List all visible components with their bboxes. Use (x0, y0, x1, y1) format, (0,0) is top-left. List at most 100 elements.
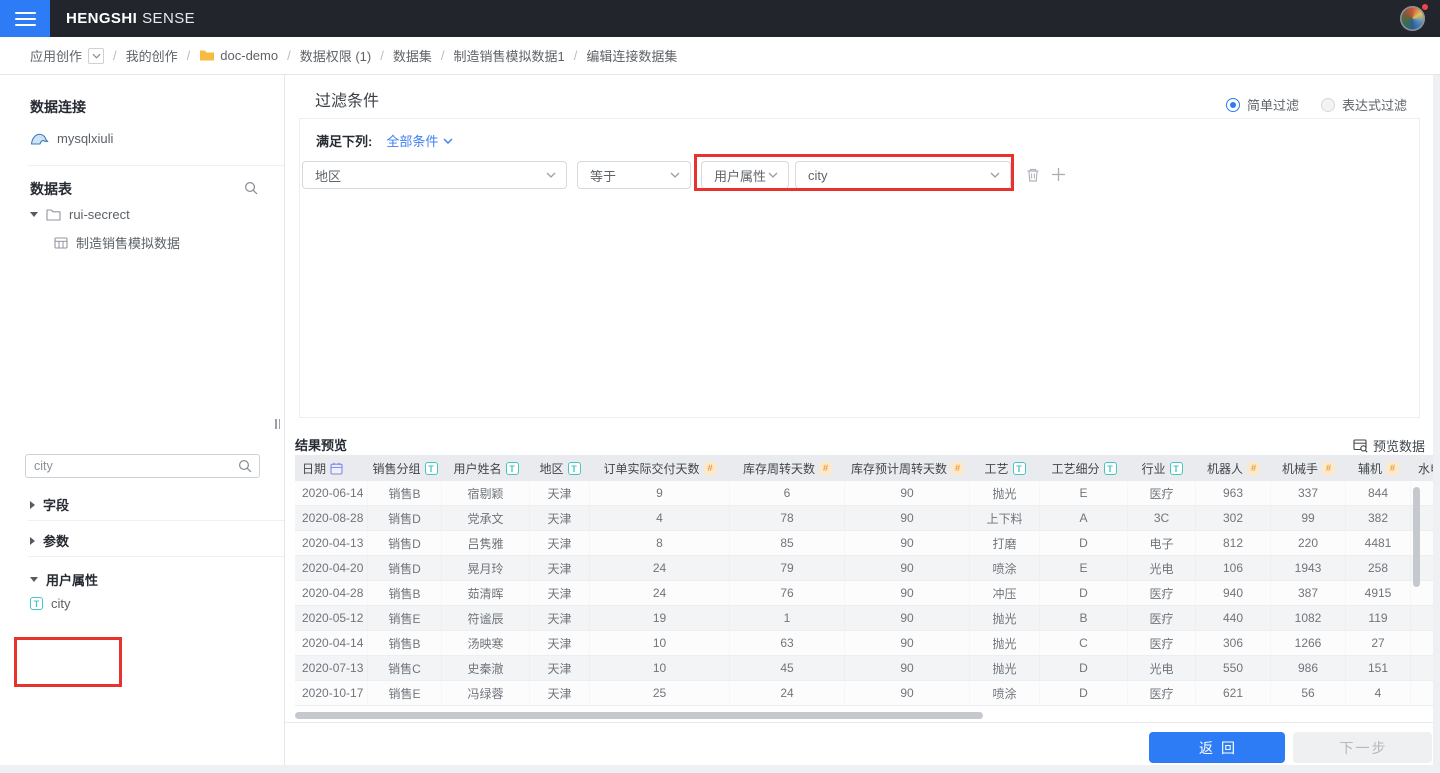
section-parameters[interactable]: 参数 (30, 531, 69, 550)
table-cell: 3C (1128, 506, 1196, 531)
column-header: 日期 (295, 455, 368, 481)
table-cell: 306 (1196, 631, 1271, 656)
breadcrumb-item[interactable]: 制造销售模拟数据1 (454, 46, 565, 65)
trash-icon (1025, 167, 1041, 183)
breadcrumb-item[interactable]: doc-demo (199, 48, 278, 63)
table-cell: 85 (730, 531, 845, 556)
table-cell: 119 (1346, 606, 1411, 631)
breadcrumb-item[interactable]: 数据权限 (1) (300, 46, 372, 65)
radio-expression-filter[interactable]: 表达式过滤 (1321, 95, 1407, 114)
table-cell: 天津 (530, 606, 590, 631)
table-row: 2020-04-13销售D吕隽雅天津88590打磨D电子8122204481 (295, 531, 1433, 556)
filter-value-type-select[interactable]: 用户属性 (701, 161, 789, 189)
column-header: 用户姓名T (442, 455, 530, 481)
back-button[interactable]: 返回 (1149, 732, 1285, 763)
table-cell: 151 (1346, 656, 1411, 681)
chevron-down-icon (443, 138, 453, 144)
breadcrumb-item[interactable]: 数据集 (393, 46, 432, 65)
footer-bar: 返回 下一步 (285, 722, 1433, 765)
number-type-icon: # (1386, 462, 1399, 475)
table-cell: 63 (730, 631, 845, 656)
table-cell: 冲压 (970, 581, 1040, 606)
column-header: 工艺细分T (1040, 455, 1128, 481)
table-cell: 76 (730, 581, 845, 606)
table-cell: 9 (590, 481, 730, 506)
column-header-label: 日期 (302, 460, 326, 477)
breadcrumb-item-label: 数据权限 (1) (300, 46, 372, 65)
field-search-input[interactable] (26, 459, 238, 473)
preview-data-button[interactable]: 预览数据 (1353, 436, 1425, 455)
table-cell: 8 (590, 531, 730, 556)
connection-item-mysqlxiuli[interactable]: mysqlxiuli (30, 131, 113, 146)
table-cell: 220 (1271, 531, 1346, 556)
section-fields[interactable]: 字段 (30, 495, 69, 514)
column-header: 水电# (1411, 455, 1433, 481)
column-header-label: 机器人 (1207, 460, 1243, 477)
user-attribute-label: city (51, 596, 71, 611)
tree-folder-rui-secrect[interactable]: rui-secrect (30, 207, 130, 222)
pane-splitter-handle[interactable] (272, 417, 283, 430)
text-type-icon: T (1170, 462, 1183, 475)
table-cell: 天津 (530, 631, 590, 656)
preview-data-icon (1353, 438, 1368, 453)
chevron-down-icon (670, 172, 680, 178)
table-cell: 打磨 (970, 531, 1040, 556)
breadcrumb-item[interactable]: 编辑连接数据集 (586, 46, 677, 65)
column-header-label: 订单实际交付天数 (603, 460, 699, 477)
vertical-scrollbar[interactable] (1413, 487, 1420, 587)
breadcrumb-item-label: 数据集 (393, 46, 432, 65)
column-header-label: 用户姓名 (453, 460, 501, 477)
table-cell: 1943 (1271, 556, 1346, 581)
table-cell: 78 (730, 506, 845, 531)
table-cell: 天津 (530, 531, 590, 556)
table-cell: 电子 (1128, 531, 1196, 556)
filter-operator-select[interactable]: 等于 (577, 161, 691, 189)
main-panel: 过滤条件 简单过滤 表达式过滤 满足下列: 全部条件 地区 等于 用户属性 (285, 75, 1433, 765)
number-type-icon: # (704, 462, 717, 475)
filter-value-select[interactable]: city (795, 161, 1011, 189)
table-cell: D (1040, 681, 1128, 706)
column-header-label: 行业 (1141, 460, 1165, 477)
table-search-icon[interactable] (244, 181, 258, 200)
column-header: 库存预计周转天数# (845, 455, 970, 481)
next-button[interactable]: 下一步 (1293, 732, 1432, 763)
folder-icon (199, 49, 215, 62)
table-cell: D (1040, 531, 1128, 556)
table-header-row: 日期销售分组T用户姓名T地区T订单实际交付天数#库存周转天数#库存预计周转天数#… (295, 455, 1433, 481)
table-cell: 抛光 (970, 631, 1040, 656)
user-attribute-item-city[interactable]: T city (30, 596, 71, 611)
match-all-conditions-dropdown[interactable]: 全部条件 (386, 131, 453, 150)
radio-simple-filter[interactable]: 简单过滤 (1226, 95, 1299, 114)
table-cell: 汤映寒 (442, 631, 530, 656)
notification-dot (1421, 3, 1429, 11)
column-header: 库存周转天数# (730, 455, 845, 481)
tree-table-item[interactable]: 制造销售模拟数据 (54, 233, 180, 252)
field-search-box (25, 454, 260, 478)
filter-field-select[interactable]: 地区 (302, 161, 567, 189)
table-row: 2020-10-17销售E冯绿蓉天津252490喷涂D医疗621564 (295, 681, 1433, 706)
table-cell: 宿剔颖 (442, 481, 530, 506)
brand-secondary: SENSE (142, 10, 195, 27)
breadcrumb: 应用创作/我的创作/doc-demo/数据权限 (1)/数据集/制造销售模拟数据… (0, 37, 1440, 75)
table-cell: 医疗 (1128, 581, 1196, 606)
table-cell: 812 (1196, 531, 1271, 556)
chevron-down-icon (546, 172, 556, 178)
table-cell: 天津 (530, 506, 590, 531)
breadcrumb-item[interactable]: 应用创作 (30, 46, 104, 65)
table-cell: 90 (845, 656, 970, 681)
breadcrumb-item[interactable]: 我的创作 (126, 46, 178, 65)
delete-condition-button[interactable] (1025, 167, 1041, 183)
add-condition-button[interactable] (1051, 167, 1066, 182)
table-cell: 382 (1346, 506, 1411, 531)
table-cell: 2020-04-14 (295, 631, 368, 656)
table-row: 2020-04-20销售D晃月玲天津247990喷涂E光电1061943258 (295, 556, 1433, 581)
table-cell: 销售B (368, 481, 442, 506)
table-cell: 550 (1196, 656, 1271, 681)
horizontal-scrollbar[interactable] (295, 712, 983, 719)
hamburger-menu-button[interactable] (0, 0, 50, 37)
table-cell: D (1040, 656, 1128, 681)
breadcrumb-dropdown-toggle[interactable] (88, 48, 104, 64)
caret-down-icon (30, 212, 38, 217)
section-user-attributes[interactable]: 用户属性 (30, 570, 98, 589)
radio-expression-label: 表达式过滤 (1342, 95, 1407, 114)
